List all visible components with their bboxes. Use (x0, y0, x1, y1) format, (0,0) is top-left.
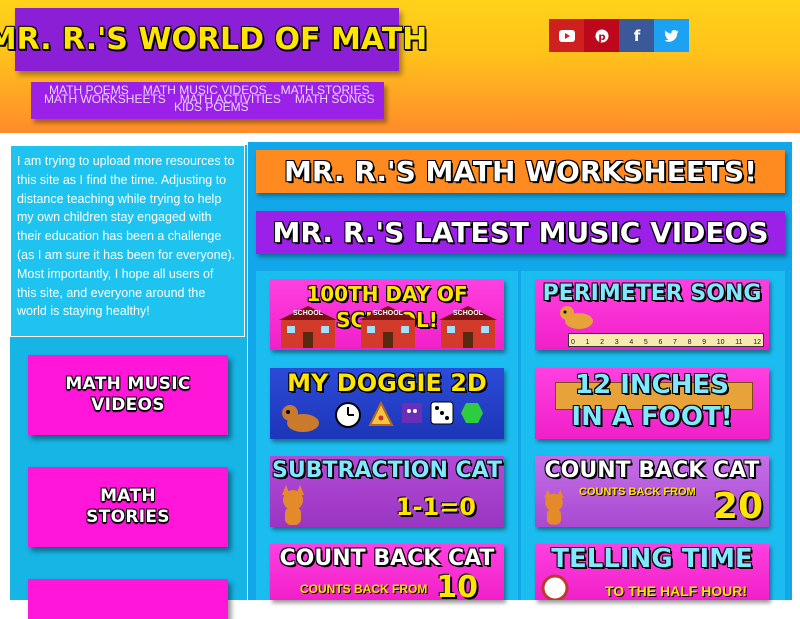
dog-icon (282, 405, 319, 432)
shape-icons (278, 401, 484, 435)
box-icon (402, 403, 422, 423)
video-title: 12 INCHES IN A FOOT! (571, 370, 733, 432)
video-12-inches-in-a-foot[interactable]: 12 INCHES IN A FOOT! (535, 368, 769, 439)
school-label: SCHOOL (453, 310, 483, 317)
video-title: MY DOGGIE 2D (287, 369, 487, 397)
video-title: TELLING TIME (551, 544, 753, 574)
pinterest-button[interactable]: p (584, 19, 619, 52)
school-label: SCHOOL (293, 310, 323, 317)
youtube-icon (558, 29, 575, 42)
ruler-tick: 0 (571, 339, 575, 346)
hexagon-icon (461, 403, 483, 423)
ruler-tick: 7 (673, 339, 677, 346)
video-subtitle: COUNTS BACK FROM (579, 486, 696, 498)
video-subtitle: TO THE HALF HOUR! (605, 583, 748, 599)
twitter-icon (664, 29, 679, 42)
ruler-tick: 12 (753, 339, 761, 346)
ruler-tick: 4 (629, 339, 634, 346)
ruler-tick: 1 (585, 339, 590, 346)
video-count-back-cat-20[interactable]: COUNT BACK CAT COUNTS BACK FROM 20 (535, 456, 769, 527)
video-count-back-cat-10[interactable]: COUNT BACK CAT COUNTS BACK FROM 10 (270, 544, 504, 600)
school-icon: SCHOOL (435, 304, 501, 348)
math-stories-button[interactable]: MATH STORIES (28, 467, 228, 547)
clock-icon (335, 402, 361, 428)
video-my-doggie-2d[interactable]: MY DOGGIE 2D (270, 368, 504, 439)
cat-icon (544, 489, 564, 525)
video-telling-time[interactable]: TELLING TIME TO THE HALF HOUR! (535, 544, 769, 600)
video-subtraction-cat[interactable]: SUBTRACTION CAT 1-1=0 (270, 456, 504, 527)
sidebar-button-partial[interactable] (28, 579, 228, 619)
cat-icon (282, 485, 304, 525)
school-icon: SCHOOL (275, 304, 341, 348)
math-worksheets-banner[interactable]: MR. R.'S MATH WORKSHEETS! (256, 150, 785, 193)
nav-link-math-worksheets[interactable]: MATH WORKSHEETS (44, 93, 166, 105)
facebook-button[interactable]: f (619, 19, 654, 52)
ruler-tick: 9 (702, 339, 707, 346)
school-label: SCHOOL (373, 310, 403, 317)
ruler-tick: 8 (687, 339, 692, 346)
svg-text:f: f (633, 28, 640, 43)
site-header: MR. R.'S WORLD OF MATH p f MATH POEMS MAT… (0, 0, 800, 133)
pizza-icon (368, 401, 394, 426)
nav-link-math-songs[interactable]: MATH SONGS (295, 93, 375, 105)
count-back-number: 10 (436, 570, 478, 600)
video-title: COUNT BACK CAT (544, 458, 760, 483)
ruler-tick: 6 (658, 339, 663, 346)
site-logo-text: MR. R.'S WORLD OF MATH (0, 22, 428, 57)
dog-icon (560, 306, 593, 329)
svg-text:p: p (598, 32, 605, 43)
main-nav: MATH POEMS MATH MUSIC VIDEOS MATH STORIES … (31, 82, 384, 119)
video-100th-day-of-school[interactable]: 100TH DAY OF SCHOOL! SCHOOL SCHOOL SCHOO… (270, 279, 504, 350)
pinterest-icon: p (595, 29, 608, 43)
ruler-tick: 2 (600, 339, 605, 346)
latest-music-videos-banner: MR. R.'S LATEST MUSIC VIDEOS (256, 211, 785, 254)
video-subtitle: COUNTS BACK FROM (300, 582, 428, 596)
school-icon: SCHOOL (355, 304, 421, 348)
nav-link-kids-poems[interactable]: KIDS POEMS (174, 101, 249, 113)
video-title: SUBTRACTION CAT (271, 458, 503, 483)
ruler-tick: 3 (614, 339, 619, 346)
ruler-tick: 10 (716, 339, 725, 346)
ruler-tick: 5 (643, 339, 648, 346)
nav-row: KIDS POEMS (174, 101, 263, 113)
dice-icon (430, 401, 454, 425)
video-title: COUNT BACK CAT (279, 546, 495, 571)
site-logo[interactable]: MR. R.'S WORLD OF MATH (0, 8, 427, 71)
social-links: p f (549, 19, 689, 52)
facebook-icon: f (633, 28, 640, 43)
count-back-number: 20 (712, 486, 763, 527)
subtraction-equation: 1-1=0 (395, 493, 476, 521)
ruler: 0 1 2 3 4 5 6 7 8 9 10 11 12 (568, 333, 764, 347)
intro-text: I am trying to upload more resources to … (10, 145, 245, 337)
clock-icon (541, 574, 569, 600)
video-perimeter-song[interactable]: PERIMETER SONG 0 1 2 3 4 5 6 7 8 9 10 11 12 (535, 279, 769, 350)
youtube-button[interactable] (549, 19, 584, 52)
ruler-tick: 11 (735, 339, 743, 346)
twitter-button[interactable] (654, 19, 689, 52)
math-music-videos-button[interactable]: MATH MUSIC VIDEOS (28, 355, 228, 435)
